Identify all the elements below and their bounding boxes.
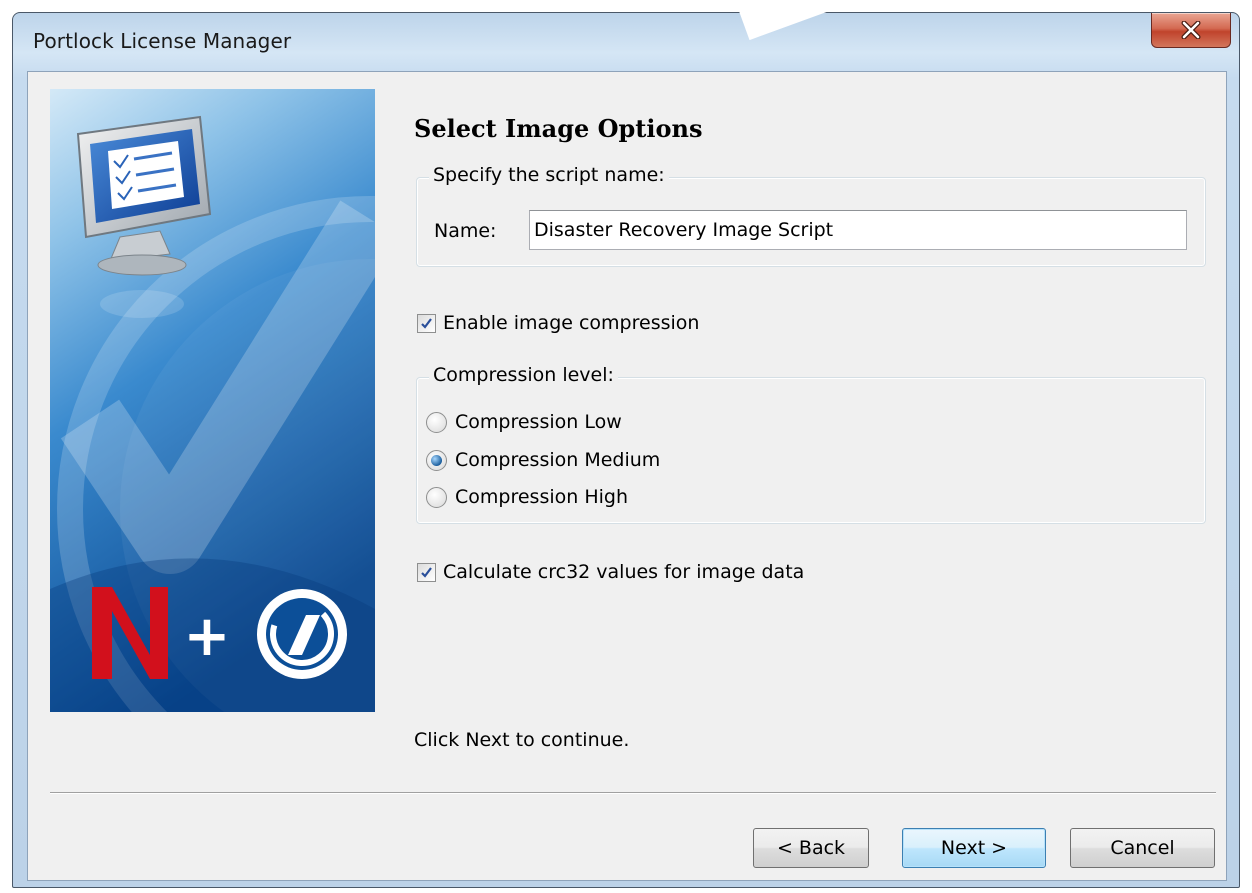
checkbox-box[interactable] [417, 313, 436, 333]
radio-compression-low[interactable]: Compression Low [426, 411, 622, 433]
enable-compression-checkbox[interactable]: Enable image compression [417, 312, 699, 334]
portlock-logo [257, 589, 347, 679]
script-name-legend: Specify the script name: [429, 164, 669, 186]
crc32-label[interactable]: Calculate crc32 values for image data [443, 561, 804, 583]
script-name-group: Specify the script name: Name: [416, 164, 1206, 267]
checkmark-icon [421, 566, 432, 578]
title-bar[interactable]: Portlock License Manager [13, 13, 1239, 71]
back-button[interactable]: < Back [753, 828, 869, 868]
cancel-button[interactable]: Cancel [1070, 828, 1215, 868]
radio-button[interactable] [426, 486, 447, 508]
separator-line [50, 792, 1216, 794]
radio-compression-medium[interactable]: Compression Medium [426, 449, 660, 471]
next-button[interactable]: Next > [902, 828, 1046, 868]
enable-compression-label[interactable]: Enable image compression [443, 312, 699, 334]
banner-graphic: + [50, 89, 375, 712]
dialog-window: Portlock License Manager + Select Image … [12, 12, 1240, 888]
radio-compression-high[interactable]: Compression High [426, 486, 628, 508]
name-label: Name: [434, 220, 497, 242]
status-text: Click Next to continue. [414, 729, 630, 751]
radio-label[interactable]: Compression Medium [455, 449, 660, 471]
checkbox-box[interactable] [417, 562, 436, 582]
radio-button[interactable] [426, 449, 447, 471]
radio-button[interactable] [426, 411, 447, 433]
page-heading: Select Image Options [414, 114, 703, 143]
compression-level-legend: Compression level: [429, 364, 618, 386]
radio-label[interactable]: Compression High [455, 486, 628, 508]
crc32-checkbox[interactable]: Calculate crc32 values for image data [417, 561, 804, 583]
plus-sign: + [184, 604, 231, 669]
window-title: Portlock License Manager [33, 29, 292, 53]
dialog-client-area: + Select Image Options Specify the scrip… [27, 71, 1227, 881]
close-button[interactable] [1151, 13, 1231, 48]
close-x-icon [1181, 21, 1201, 39]
radio-selected-dot [431, 454, 442, 466]
checkmark-icon [421, 317, 432, 329]
script-name-input[interactable] [529, 210, 1187, 250]
wizard-banner: + [50, 89, 375, 712]
radio-label[interactable]: Compression Low [455, 411, 622, 433]
